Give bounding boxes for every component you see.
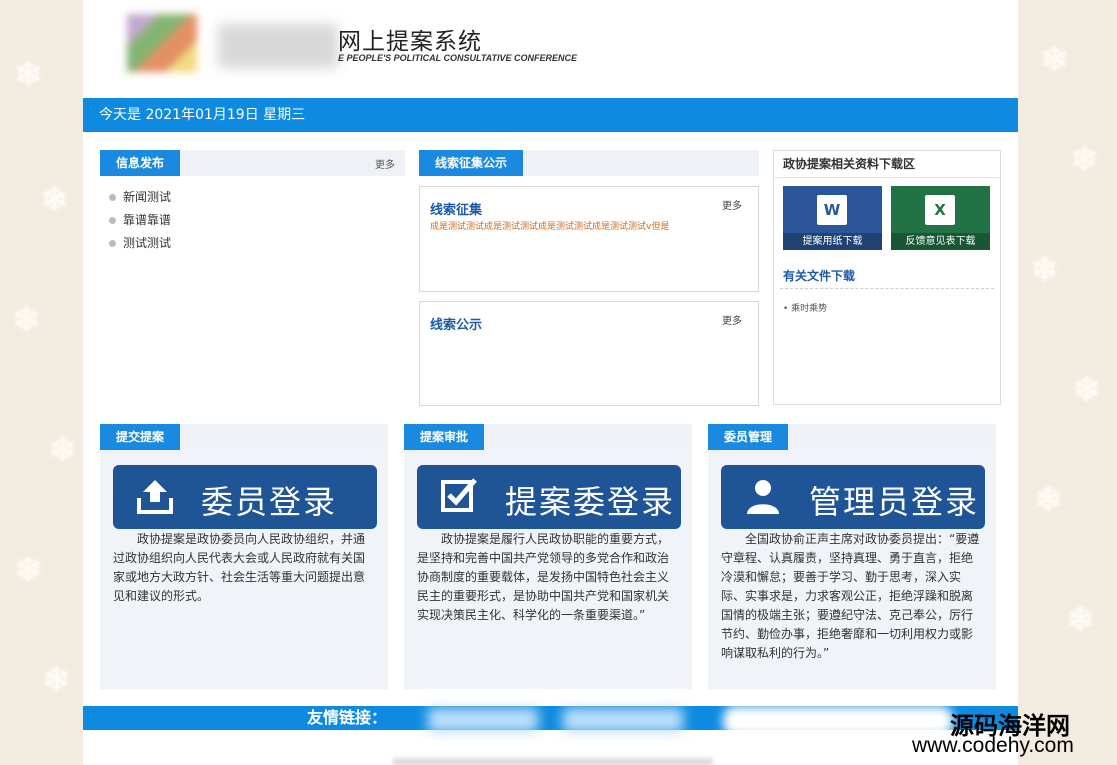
snowflake-icon: ❄ <box>42 660 71 700</box>
tab-submit-proposal[interactable]: 提交提案 <box>100 424 181 450</box>
clues-section-header: 线索征集公示 <box>419 150 759 176</box>
snowflake-icon: ❄ <box>1072 370 1101 410</box>
review-panel-header: 提案审批 <box>404 424 692 450</box>
snowflake-icon: ❄ <box>14 550 43 590</box>
redacted-link[interactable] <box>428 708 538 732</box>
excel-download-label: 反馈意见表下载 <box>891 233 990 250</box>
tab-clues[interactable]: 线索征集公示 <box>419 150 524 176</box>
site-subtitle: E PEOPLE'S POLITICAL CONSULTATIVE CONFER… <box>338 53 577 63</box>
divider <box>780 288 994 289</box>
clue-publicity-title[interactable]: 线索公示 <box>430 314 482 333</box>
snowflake-icon: ❄ <box>14 55 43 95</box>
watermark-url: www.codehy.com <box>912 734 1074 757</box>
submit-panel-text: 政协提案是政协委员向人民政协组织，并通过政协组织向人民代表大会或人民政府就有关国… <box>113 532 366 603</box>
word-download-button[interactable]: W 提案用纸下载 <box>783 186 882 250</box>
user-icon <box>747 480 779 514</box>
clue-collection-text[interactable]: 成是测试测试成是测试测试成是测试测试成是测试测试v但是 <box>430 220 700 235</box>
member-login-label: 委员登录 <box>201 483 338 521</box>
list-item[interactable]: 靠谱靠谱 <box>101 209 171 232</box>
clue-collection-box: 线索征集 更多 成是测试测试成是测试测试成是测试测试成是测试测试v但是 <box>419 186 759 292</box>
date-text: 今天是 2021年01月19日 星期三 <box>99 107 306 123</box>
friendly-links-label: 友情链接： <box>307 708 388 727</box>
footer-copyright <box>393 758 713 765</box>
page-container: 网上提案系统 E PEOPLE'S POLITICAL CONSULTATIVE… <box>83 0 1018 765</box>
info-more-link[interactable]: 更多 <box>375 156 395 171</box>
snowflake-icon: ❄ <box>1040 40 1069 80</box>
tab-info-release[interactable]: 信息发布 <box>100 150 181 176</box>
word-download-label: 提案用纸下载 <box>783 233 882 250</box>
committee-login-label: 提案委登录 <box>505 483 676 521</box>
word-icon: W <box>817 195 847 225</box>
clue-publicity-more-link[interactable]: 更多 <box>722 312 742 327</box>
snowflake-icon: ❄ <box>12 300 41 340</box>
upload-icon <box>137 480 173 514</box>
redacted-link[interactable] <box>723 706 953 736</box>
snowflake-icon: ❄ <box>1034 480 1063 520</box>
member-management-panel: 委员管理 管理员登录 全国政协俞正声主席对政协委员提出：“要遵守章程、认真履责，… <box>708 424 996 689</box>
list-item[interactable]: 新闻测试 <box>101 186 171 209</box>
snowflake-icon: ❄ <box>40 180 69 220</box>
snowflake-icon: ❄ <box>48 430 77 470</box>
admin-login-label: 管理员登录 <box>809 483 980 521</box>
submit-proposal-panel: 提交提案 委员登录 政协提案是政协委员向人民政协组织，并通过政协组织向人民代表大… <box>100 424 388 689</box>
clue-collection-title[interactable]: 线索征集 <box>430 199 482 218</box>
management-panel-text: 全国政协俞正声主席对政协委员提出：“要遵守章程、认真履责，坚持真理、勇于直言，拒… <box>721 532 980 660</box>
excel-icon: X <box>925 195 955 225</box>
site-header: 网上提案系统 E PEOPLE'S POLITICAL CONSULTATIVE… <box>83 0 1018 98</box>
review-panel-text: 政协提案是履行人民政协职能的重要方式，是坚持和完善中国共产党领导的多党合作和政治… <box>417 532 670 622</box>
clue-publicity-box: 线索公示 更多 <box>419 301 759 406</box>
snowflake-icon: ❄ <box>1030 250 1059 290</box>
files-title: 有关文件下载 <box>783 269 856 283</box>
info-section-header: 信息发布 更多 <box>100 150 405 176</box>
committee-login-button[interactable]: 提案委登录 <box>417 465 681 529</box>
checkbox-icon <box>441 478 477 512</box>
friendly-links-bar: 友情链接： <box>83 706 1018 736</box>
management-panel-header: 委员管理 <box>708 424 996 450</box>
member-login-button[interactable]: 委员登录 <box>113 465 377 529</box>
site-title: 网上提案系统 <box>338 29 482 55</box>
snowflake-icon: ❄ <box>1070 140 1099 180</box>
file-item[interactable]: • 乘时乘势 <box>783 301 827 314</box>
proposal-review-panel: 提案审批 提案委登录 政协提案是履行人民政协职能的重要方式，是坚持和完善中国共产… <box>404 424 692 689</box>
tab-proposal-review[interactable]: 提案审批 <box>404 424 485 450</box>
news-list: 新闻测试 靠谱靠谱 测试测试 <box>101 186 171 255</box>
download-area: 政协提案相关资料下载区 W 提案用纸下载 X 反馈意见表下载 有关文件下载 • … <box>773 150 1001 405</box>
file-item-label: 乘时乘势 <box>791 304 828 314</box>
list-item[interactable]: 测试测试 <box>101 232 171 255</box>
excel-download-button[interactable]: X 反馈意见表下载 <box>891 186 990 250</box>
redacted-title-part <box>218 24 338 68</box>
download-area-title: 政协提案相关资料下载区 <box>774 151 1000 178</box>
redacted-link[interactable] <box>563 708 683 732</box>
site-logo <box>127 14 197 72</box>
tab-member-management[interactable]: 委员管理 <box>708 424 789 450</box>
admin-login-button[interactable]: 管理员登录 <box>721 465 985 529</box>
date-bar: 今天是 2021年01月19日 星期三 <box>83 98 1018 132</box>
snowflake-icon: ❄ <box>1066 600 1095 640</box>
clue-collection-more-link[interactable]: 更多 <box>722 197 742 212</box>
submit-panel-header: 提交提案 <box>100 424 388 450</box>
